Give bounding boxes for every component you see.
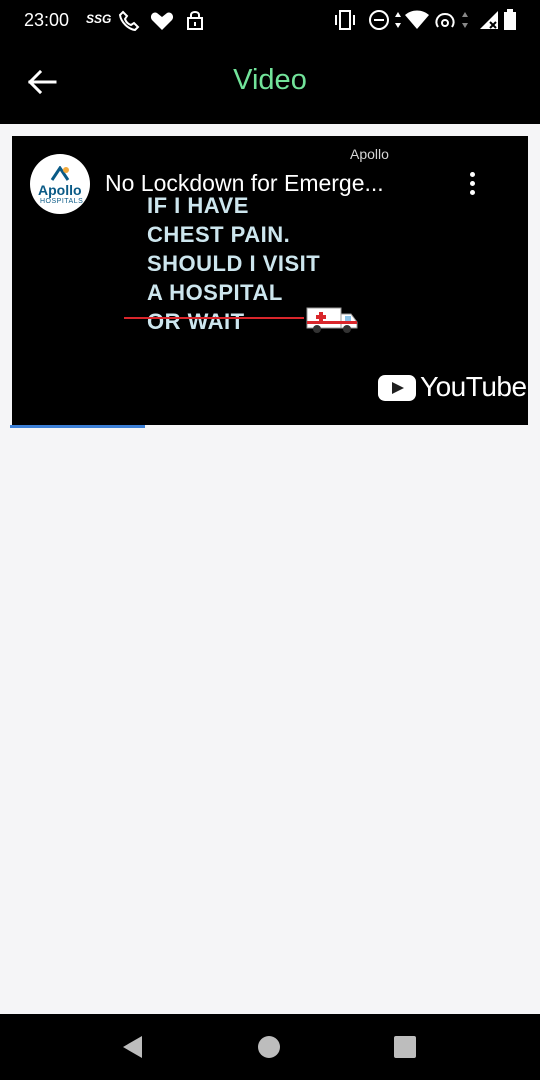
page-title: Video (233, 64, 307, 96)
do-not-disturb-icon (369, 10, 389, 30)
channel-avatar[interactable]: Apollo HOSPITALS (30, 154, 90, 214)
square-recents-icon[interactable] (393, 1035, 417, 1059)
lock-icon (187, 11, 203, 30)
vibrate-icon (335, 10, 355, 30)
thumbnail-line: CHEST PAIN. (147, 222, 291, 247)
thumbnail-line: SHOULD I VISIT (147, 251, 321, 276)
youtube-play-icon (378, 375, 416, 401)
channel-logo-sub: HOSPITALS (40, 198, 84, 205)
watermark: Apollo (350, 146, 389, 162)
more-vertical-icon[interactable] (464, 172, 480, 200)
cell-signal-icon (480, 11, 498, 29)
channel-logo-text: Apollo (38, 182, 82, 198)
wifi-icon (405, 10, 429, 29)
circle-home-icon[interactable] (257, 1035, 281, 1059)
loading-progress-bar (10, 425, 530, 428)
video-title[interactable]: No Lockdown for Emerge... (105, 170, 450, 197)
data-arrows-icon (395, 12, 401, 28)
apollo-logo-icon (50, 166, 70, 181)
triangle-back-icon[interactable] (120, 1034, 146, 1060)
youtube-label: YouTube (420, 371, 527, 402)
carrier-icon: SSG (86, 12, 112, 26)
phone-call-icon (118, 10, 140, 31)
status-time: 23:00 (24, 10, 70, 30)
navigation-bar (0, 1014, 540, 1080)
thumbnail-line: OR WAIT (147, 309, 245, 334)
heart-icon (150, 12, 174, 30)
hotspot-icon (435, 12, 455, 28)
ambulance-icon (306, 307, 358, 333)
thumbnail-text: IF I HAVE CHEST PAIN. SHOULD I VISIT A H… (147, 191, 320, 336)
status-bar: 23:00 SSG (0, 0, 540, 40)
data-arrows-icon-2 (462, 12, 468, 28)
app-bar: Video (0, 40, 540, 124)
video-player[interactable]: IF I HAVE CHEST PAIN. SHOULD I VISIT A H… (12, 136, 528, 425)
battery-icon (504, 9, 516, 30)
loading-progress-fill (10, 425, 146, 428)
thumbnail-strike-line (124, 317, 304, 319)
thumbnail-line: A HOSPITAL (147, 280, 283, 305)
